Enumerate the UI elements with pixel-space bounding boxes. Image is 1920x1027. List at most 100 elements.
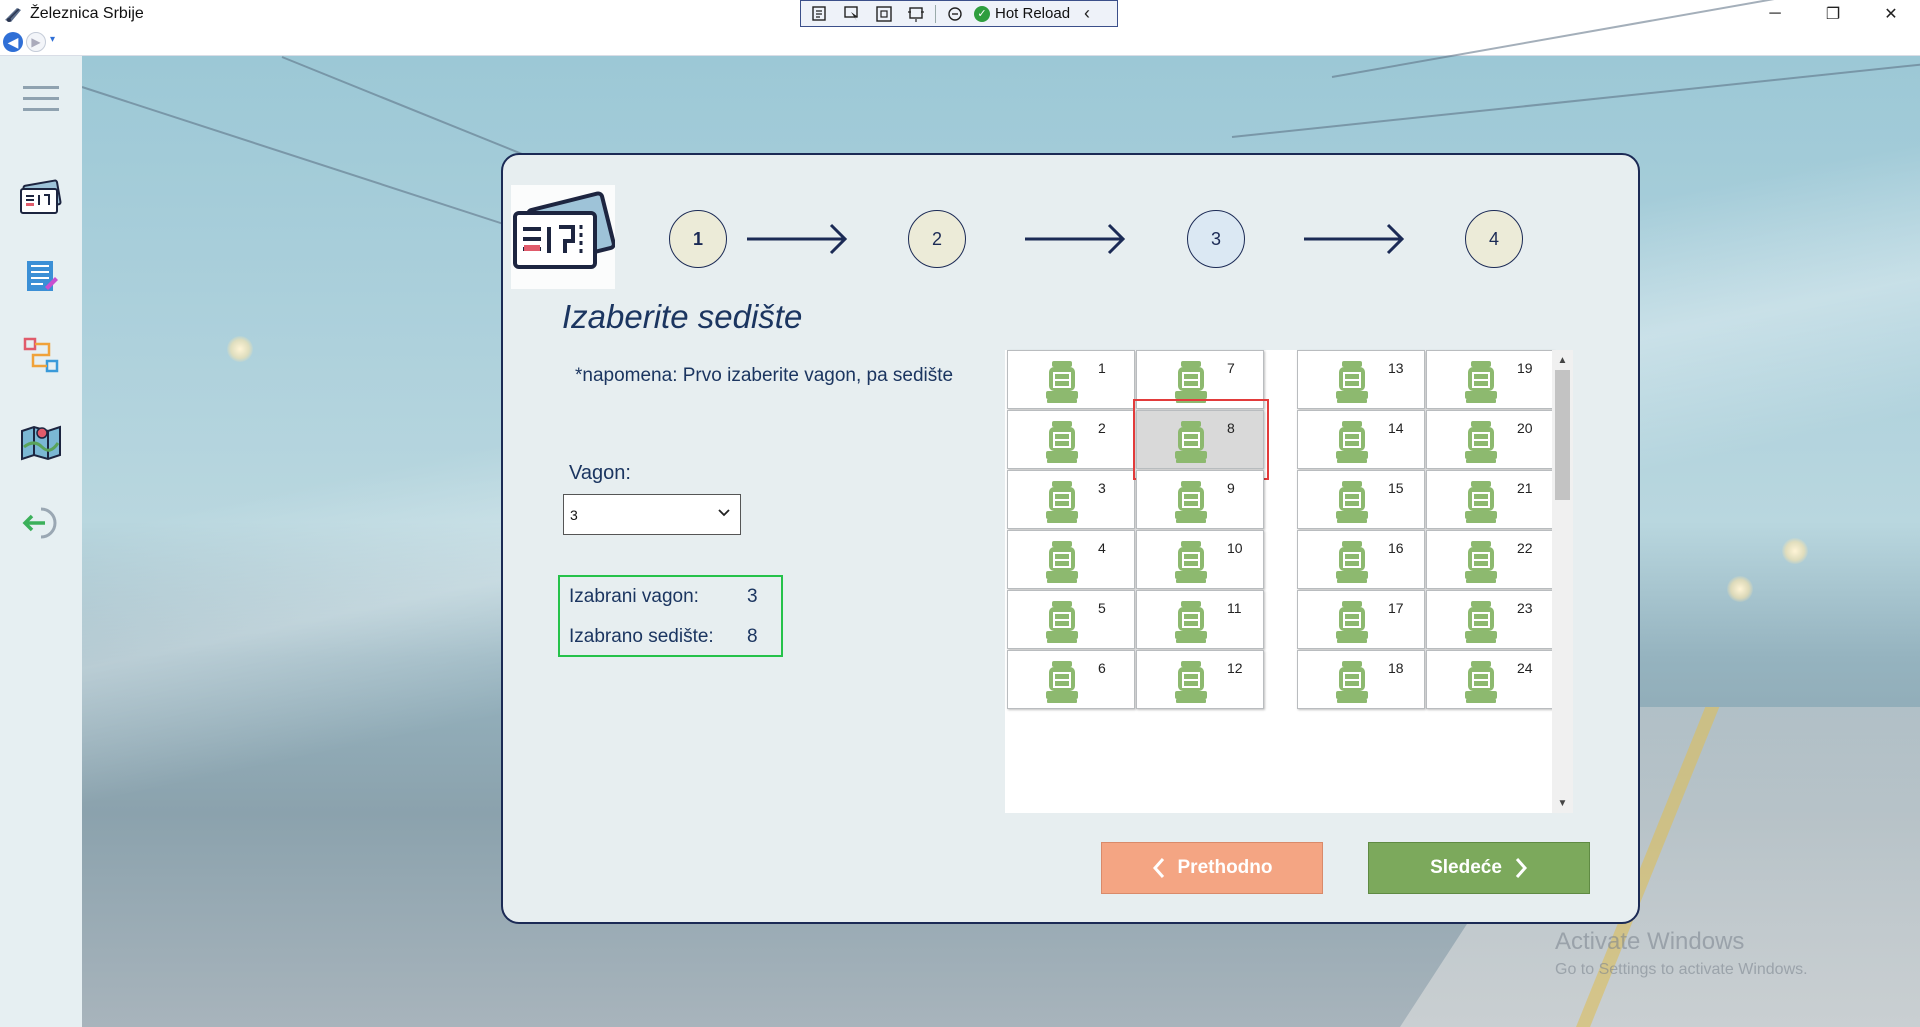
seat-icon: [1046, 601, 1078, 643]
seat-number: 22: [1517, 540, 1533, 556]
chevron-left-icon: [1152, 858, 1164, 878]
seat-21[interactable]: 21: [1426, 470, 1554, 529]
street-lamp: [227, 336, 253, 362]
maximize-button[interactable]: ❐: [1804, 0, 1862, 28]
scroll-up-icon[interactable]: ▲: [1552, 352, 1573, 368]
selected-wagon-label: Izabrani vagon:: [569, 586, 699, 607]
seat-16[interactable]: 16: [1297, 530, 1425, 589]
instruction-note: *napomena: Prvo izaberite vagon, pa sedi…: [575, 365, 954, 386]
step-3-indicator: 3: [1187, 210, 1245, 268]
wagon-select-value: 3: [570, 506, 578, 523]
selected-seat-value: 8: [747, 626, 758, 647]
hot-reload-status[interactable]: ✓ Hot Reload: [974, 5, 1070, 22]
seat-11[interactable]: 11: [1136, 590, 1264, 649]
close-button[interactable]: ✕: [1862, 0, 1920, 28]
sidebar: [0, 56, 82, 1027]
seat-icon: [1465, 601, 1497, 643]
next-button[interactable]: Sledeće: [1368, 842, 1590, 894]
street-lamp: [1782, 538, 1808, 564]
seat-number: 10: [1227, 540, 1243, 556]
seat-number: 16: [1388, 540, 1404, 556]
seat-18[interactable]: 18: [1297, 650, 1425, 709]
step-arrow-icon: [1304, 223, 1405, 255]
hamburger-icon[interactable]: [18, 76, 64, 122]
chevron-right-icon: [1515, 858, 1527, 878]
seat-icon: [1046, 421, 1078, 463]
seat-number: 18: [1388, 660, 1404, 676]
seat-number: 14: [1388, 420, 1404, 436]
seat-20[interactable]: 20: [1426, 410, 1554, 469]
seat-icon: [1465, 541, 1497, 583]
seat-12[interactable]: 12: [1136, 650, 1264, 709]
seat-19[interactable]: 19: [1426, 350, 1554, 409]
track-focused-element-icon[interactable]: [903, 3, 929, 25]
seat-number: 12: [1227, 660, 1243, 676]
seat-6[interactable]: 6: [1007, 650, 1135, 709]
logout-icon[interactable]: [18, 500, 64, 546]
history-dropdown-icon[interactable]: ▾: [50, 34, 55, 45]
live-visual-tree-icon[interactable]: [807, 3, 833, 25]
route-icon[interactable]: [18, 332, 64, 378]
hot-reload-toolbar: ✓ Hot Reload ‹: [800, 0, 1118, 27]
seat-number: 19: [1517, 360, 1533, 376]
activate-windows-subtitle: Go to Settings to activate Windows.: [1555, 961, 1808, 978]
ticket-logo: [511, 185, 616, 289]
wagon-label: Vagon:: [569, 462, 631, 484]
map-icon[interactable]: [18, 418, 64, 464]
seat-2[interactable]: 2: [1007, 410, 1135, 469]
seat-grid: 1 2 3 4 5 6 7 8 9 10 11 12 13 14 15 16 17 18 19 20 21 22 23 24: [1005, 350, 1573, 813]
collapse-toolbar-icon[interactable]: ‹: [1084, 3, 1090, 24]
seat-icon: [1336, 481, 1368, 523]
scroll-down-icon[interactable]: ▼: [1552, 795, 1573, 811]
seat-number: 21: [1517, 480, 1533, 496]
seat-number: 4: [1098, 540, 1106, 556]
seat-number: 3: [1098, 480, 1106, 496]
chevron-down-icon: [718, 509, 730, 517]
seat-3[interactable]: 3: [1007, 470, 1135, 529]
seat-selection-card: 1 2 3 4 Izaberite sedište *napomena: Prv…: [501, 153, 1640, 924]
previous-button[interactable]: Prethodno: [1101, 842, 1323, 894]
seat-1[interactable]: 1: [1007, 350, 1135, 409]
seat-9[interactable]: 9: [1136, 470, 1264, 529]
binding-failures-icon[interactable]: [942, 3, 968, 25]
seat-icon: [1336, 661, 1368, 703]
seat-4[interactable]: 4: [1007, 530, 1135, 589]
seat-15[interactable]: 15: [1297, 470, 1425, 529]
seat-number: 24: [1517, 660, 1533, 676]
display-layout-adorners-icon[interactable]: [871, 3, 897, 25]
seat-14[interactable]: 14: [1297, 410, 1425, 469]
seat-icon: [1175, 661, 1207, 703]
minimize-button[interactable]: ─: [1746, 0, 1804, 28]
seat-17[interactable]: 17: [1297, 590, 1425, 649]
seat-number: 17: [1388, 600, 1404, 616]
seat-22[interactable]: 22: [1426, 530, 1554, 589]
navigation-bar: ◀ ▶ ▾: [0, 28, 1920, 56]
toolbar-separator: [935, 4, 936, 23]
seat-number: 7: [1227, 360, 1235, 376]
seat-5[interactable]: 5: [1007, 590, 1135, 649]
step-arrow-icon: [1025, 223, 1126, 255]
seat-24[interactable]: 24: [1426, 650, 1554, 709]
selected-wagon-row: Izabrani vagon: 3: [569, 586, 758, 608]
back-button[interactable]: ◀: [3, 32, 23, 52]
list-document-icon[interactable]: [18, 254, 64, 300]
seat-icon: [1336, 541, 1368, 583]
street-lamp: [1727, 576, 1753, 602]
previous-button-label: Prethodno: [1177, 857, 1273, 878]
ticket-icon[interactable]: [18, 176, 64, 222]
wagon-select[interactable]: 3: [563, 494, 741, 535]
scroll-thumb[interactable]: [1555, 370, 1570, 500]
check-icon: ✓: [974, 5, 990, 22]
window-controls: ─ ❐ ✕: [1746, 0, 1920, 28]
seat-number: 2: [1098, 420, 1106, 436]
activate-windows-title: Activate Windows: [1555, 928, 1745, 955]
seat-23[interactable]: 23: [1426, 590, 1554, 649]
seat-number: 23: [1517, 600, 1533, 616]
select-element-icon[interactable]: [839, 3, 865, 25]
seat-10[interactable]: 10: [1136, 530, 1264, 589]
seat-number: 13: [1388, 360, 1404, 376]
seat-grid-scrollbar[interactable]: ▲ ▼: [1552, 350, 1573, 813]
seat-13[interactable]: 13: [1297, 350, 1425, 409]
forward-button[interactable]: ▶: [26, 32, 46, 52]
step-2-indicator: 2: [908, 210, 966, 268]
